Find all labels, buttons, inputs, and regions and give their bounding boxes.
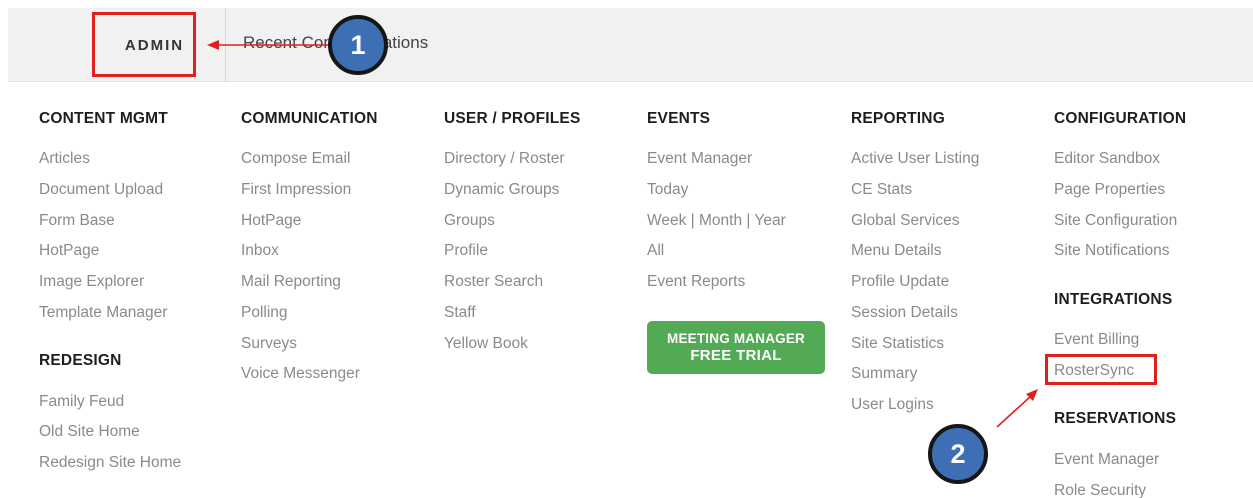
arrow-line-2 bbox=[996, 395, 1032, 428]
arrow-head-1 bbox=[207, 40, 219, 50]
step-badge-2: 2 bbox=[928, 424, 988, 484]
step-badge-1: 1 bbox=[328, 15, 388, 75]
annotation-arrows bbox=[207, 40, 1038, 428]
